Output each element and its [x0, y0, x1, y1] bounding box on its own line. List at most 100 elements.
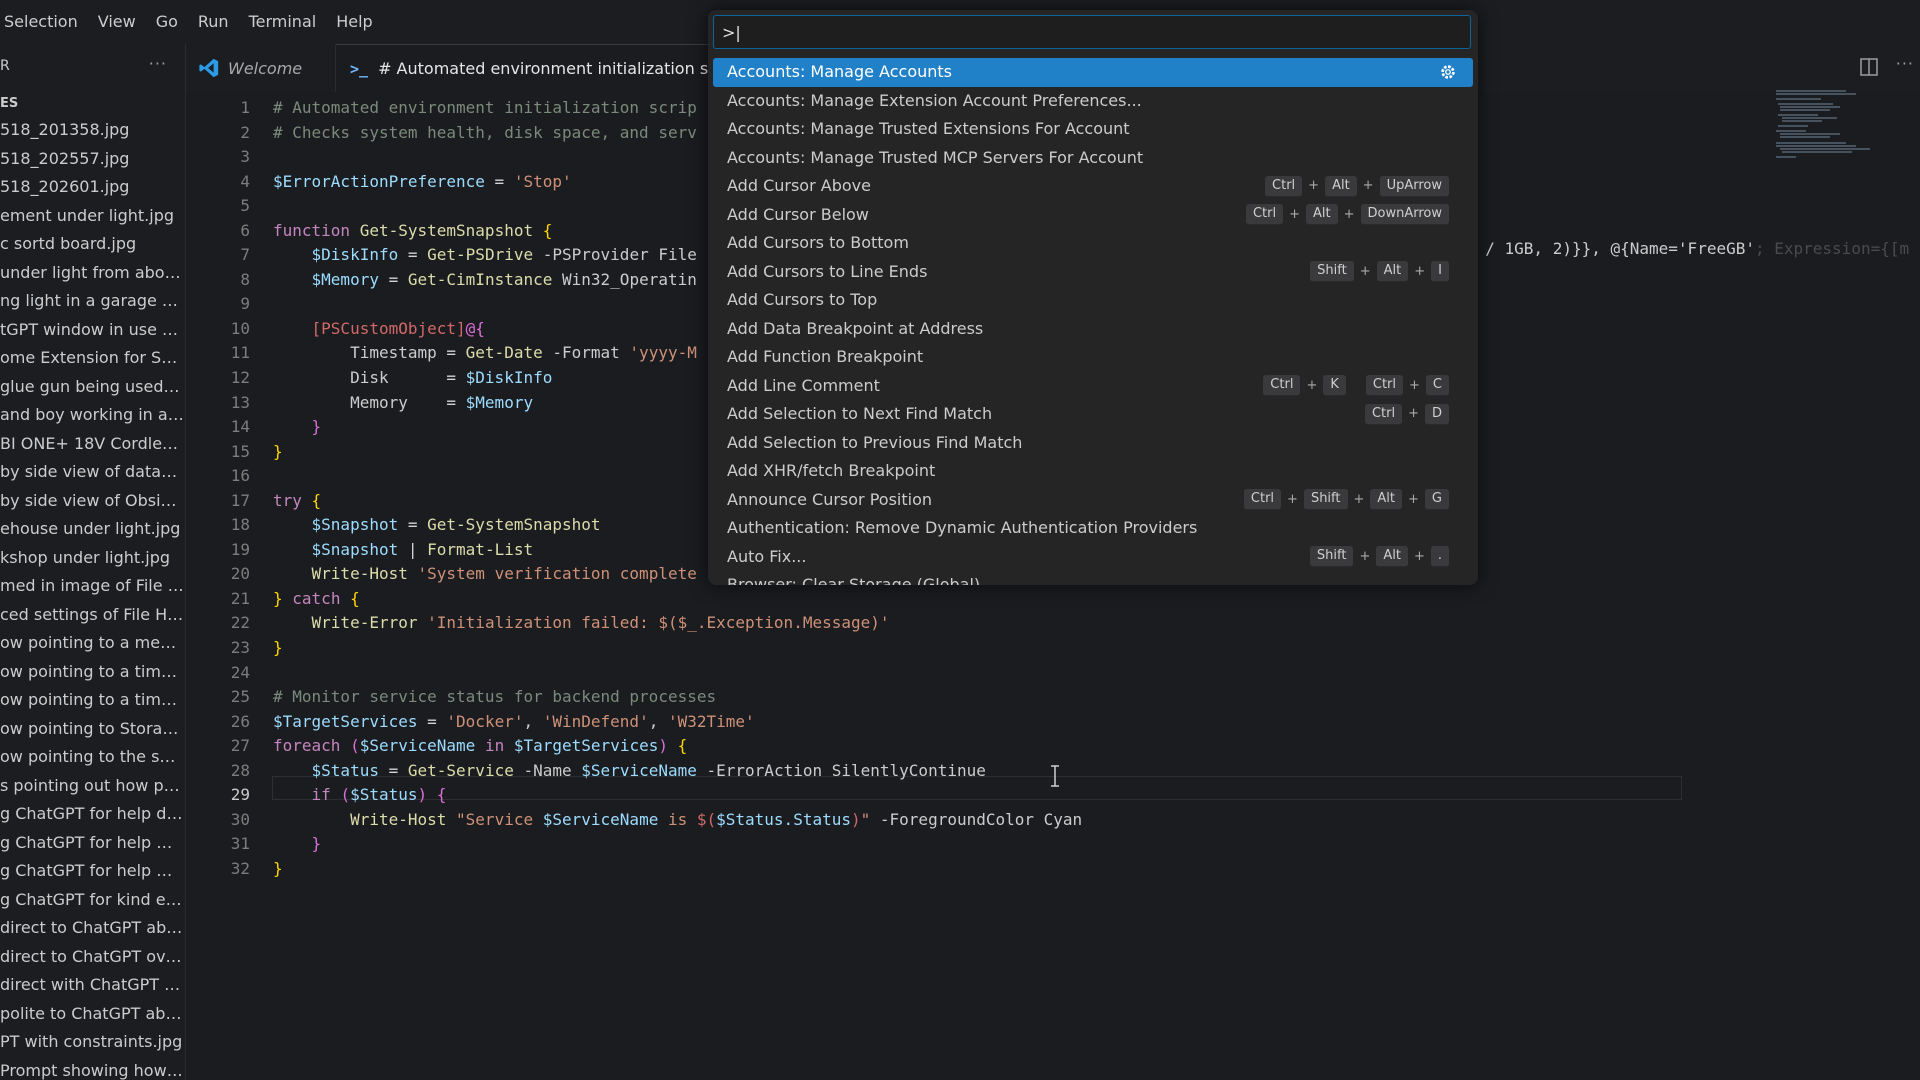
command-item[interactable]: Add XHR/fetch Breakpoint — [713, 457, 1473, 486]
code-line[interactable]: if ($Status) { — [273, 783, 1082, 808]
command-palette-input[interactable] — [713, 15, 1471, 49]
command-item[interactable]: Accounts: Manage Trusted Extensions For … — [713, 115, 1473, 144]
code-line[interactable]: } — [273, 636, 1082, 661]
file-item[interactable]: ow pointing to a timeli... — [0, 658, 184, 687]
more-actions-icon[interactable]: ··· — [149, 54, 167, 73]
file-item[interactable]: direct to ChatGPT abo... — [0, 914, 184, 943]
file-item[interactable]: g ChatGPT for help due... — [0, 800, 184, 829]
command-item[interactable]: Add Cursor Above Ctrl + Alt + UpArrow — [713, 172, 1473, 201]
file-item[interactable]: ement under light.jpg — [0, 202, 184, 231]
key-cap: Ctrl — [1263, 375, 1301, 397]
file-item[interactable]: 518_202557.jpg — [0, 145, 184, 174]
menu-go[interactable]: Go — [146, 0, 188, 44]
file-item[interactable]: BI ONE+ 18V Cordless ... — [0, 430, 184, 459]
code-token: "Service — [456, 809, 543, 829]
file-item[interactable]: c sortd board.jpg — [0, 230, 184, 259]
code-token: try — [273, 490, 302, 510]
file-item[interactable]: under light from above.... — [0, 259, 184, 288]
file-item[interactable]: by side view of datavi... — [0, 458, 184, 487]
menu-help[interactable]: Help — [326, 0, 382, 44]
command-item[interactable]: Add Cursors to Top — [713, 286, 1473, 315]
line-number: 12 — [230, 368, 250, 388]
command-item[interactable]: Add Function Breakpoint — [713, 343, 1473, 372]
code-token: # Monitor service status for backend pro… — [273, 687, 717, 707]
code-line[interactable]: foreach ($ServiceName in $TargetServices… — [273, 734, 1082, 759]
file-item[interactable]: ced settings of File His... — [0, 601, 184, 630]
code-line[interactable]: Write-Error 'Initialization failed: $($_… — [273, 611, 1082, 636]
code-token: $ServiceName — [581, 760, 697, 780]
split-editor-icon[interactable] — [1858, 56, 1880, 78]
file-item[interactable]: direct with ChatGPT ab... — [0, 971, 184, 1000]
line-number: 1 — [240, 98, 250, 117]
file-item[interactable]: g ChatGPT for kind ema... — [0, 886, 184, 915]
command-item[interactable]: Announce Cursor Position Ctrl + Shift + Alt + G — [713, 486, 1473, 515]
file-item[interactable]: ow pointing to the syst... — [0, 743, 184, 772]
file-item[interactable]: ome Extension for Spo... — [0, 344, 184, 373]
file-item[interactable]: ow pointing to a menu... — [0, 629, 184, 658]
code-token: } — [273, 858, 283, 878]
command-item[interactable]: Accounts: Manage Extension Account Prefe… — [713, 87, 1473, 116]
menu-selection[interactable]: Selection — [0, 0, 88, 44]
file-item[interactable]: 518_202601.jpg — [0, 173, 184, 202]
line-number: 8 — [240, 269, 250, 289]
file-list: 518_201358.jpg 518_202557.jpg 518_202601.j… — [0, 116, 185, 1080]
command-item[interactable]: Add Selection to Previous Find Match — [713, 429, 1473, 458]
file-item[interactable]: med in image of File Hi... — [0, 572, 184, 601]
command-item[interactable]: Authentication: Remove Dynamic Authentic… — [713, 514, 1473, 543]
code-line[interactable]: $Status = Get-Service -Name $ServiceName… — [273, 759, 1082, 784]
file-item[interactable]: direct to ChatGPT over... — [0, 943, 184, 972]
file-item[interactable]: glue gun being used o... — [0, 373, 184, 402]
command-item[interactable]: Add Cursors to Line Ends Shift + Alt + I — [713, 258, 1473, 287]
file-item[interactable]: ng light in a garage ov... — [0, 287, 184, 316]
command-item[interactable]: Add Cursor Below Ctrl + Alt + DownArrow — [713, 201, 1473, 230]
code-token: $Memory — [465, 392, 534, 412]
file-item[interactable]: tGPT window in use on... — [0, 316, 184, 345]
command-item[interactable]: Add Selection to Next Find Match Ctrl + D — [713, 400, 1473, 429]
command-item[interactable]: Add Data Breakpoint at Address — [713, 315, 1473, 344]
file-item[interactable]: PT with constraints.jpg — [0, 1028, 184, 1057]
file-item[interactable]: Prompt showing how t... — [0, 1057, 184, 1080]
code-line[interactable]: } — [273, 857, 1082, 882]
menu-terminal[interactable]: Terminal — [239, 0, 327, 44]
minimap[interactable] — [1776, 90, 1916, 180]
command-item[interactable]: Accounts: Manage Accounts — [713, 58, 1473, 87]
keybinding: Ctrl + Alt + DownArrow — [1245, 201, 1449, 230]
file-item[interactable]: ehouse under light.jpg — [0, 515, 184, 544]
command-label: Browser: Clear Storage (Global) — [727, 575, 981, 585]
command-item[interactable]: Auto Fix... Shift + Alt +. — [713, 543, 1473, 572]
code-line[interactable]: } — [273, 832, 1082, 857]
command-item[interactable]: Browser: Clear Storage (Global) — [713, 571, 1473, 585]
file-item[interactable]: g ChatGPT for help with... — [0, 829, 184, 858]
tab-welcome[interactable]: Welcome — [186, 44, 336, 92]
menu-run[interactable]: Run — [188, 0, 239, 44]
line-number: 13 — [230, 392, 250, 412]
file-item[interactable]: and boy working in a ... — [0, 401, 184, 430]
file-item[interactable]: ow pointing to a timeli... — [0, 686, 184, 715]
gear-icon[interactable] — [1439, 63, 1457, 81]
code-line[interactable]: } catch { — [273, 587, 1082, 612]
menu-view[interactable]: View — [88, 0, 146, 44]
file-item[interactable]: by side view of Obsidi... — [0, 487, 184, 516]
editor-more-actions-icon[interactable]: ··· — [1896, 54, 1914, 73]
code-line[interactable]: # Monitor service status for backend pro… — [273, 685, 1082, 710]
code-line[interactable]: Write-Host "Service $ServiceName is $($S… — [273, 808, 1082, 833]
minimap-line — [1782, 120, 1822, 122]
code-line[interactable]: $TargetServices = 'Docker', 'WinDefend',… — [273, 710, 1082, 735]
file-item[interactable]: polite to ChatGPT abo... — [0, 1000, 184, 1029]
key-cap: Alt — [1305, 204, 1338, 226]
sidebar-section-header[interactable]: ES — [0, 92, 185, 116]
code-token: } — [311, 834, 322, 854]
code-token: = — [398, 245, 428, 265]
file-item[interactable]: kshop under light.jpg — [0, 544, 184, 573]
file-item[interactable]: ow pointing to Storage... — [0, 715, 184, 744]
code-token: { — [350, 588, 360, 608]
code-line[interactable] — [273, 661, 1082, 686]
file-item[interactable]: g ChatGPT for help with... — [0, 857, 184, 886]
command-item[interactable]: Accounts: Manage Trusted MCP Servers For… — [713, 144, 1473, 173]
command-item[interactable]: Add Cursors to Bottom — [713, 229, 1473, 258]
file-item[interactable]: s pointing out how phr... — [0, 772, 184, 801]
file-item[interactable]: 518_201358.jpg — [0, 116, 184, 145]
command-item[interactable]: Add Line Comment Ctrl + K Ctrl + C — [713, 372, 1473, 401]
